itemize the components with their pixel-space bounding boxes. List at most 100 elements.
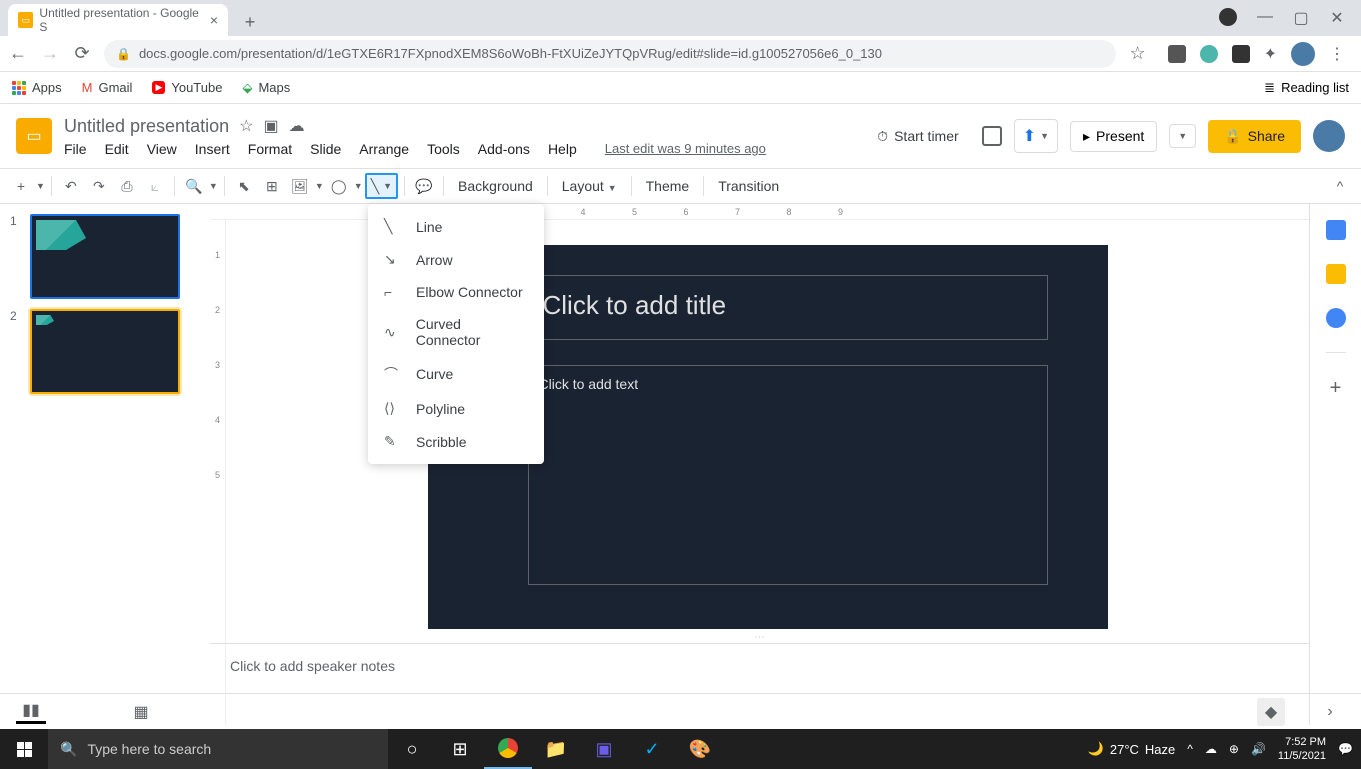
menu-item-curved[interactable]: ∿ Curved Connector <box>368 308 544 356</box>
cortana-icon[interactable]: ○ <box>388 729 436 769</box>
zoom-button[interactable]: 🔍 <box>181 173 207 199</box>
app-taskbar-icon-2[interactable]: ✓ <box>628 729 676 769</box>
app-taskbar-icon-1[interactable]: ▣ <box>580 729 628 769</box>
shape-tool[interactable]: ◯ <box>326 173 352 199</box>
reload-button[interactable]: ⟳ <box>72 43 92 64</box>
filmstrip-view-button[interactable]: ▮▮ <box>16 700 46 724</box>
menu-item-arrow[interactable]: ↘ Arrow <box>368 243 544 276</box>
move-doc-icon[interactable]: ▣ <box>263 116 278 136</box>
new-slide-button[interactable]: + <box>8 173 34 199</box>
side-panel-toggle[interactable]: › <box>1315 700 1345 724</box>
slide-thumb-2[interactable]: 2 <box>10 309 200 394</box>
cloud-status-icon[interactable]: ☁ <box>289 116 305 136</box>
reading-list-button[interactable]: ≣ Reading list <box>1264 80 1349 96</box>
chevron-down-icon[interactable]: ▼ <box>209 181 218 191</box>
paint-taskbar-icon[interactable]: 🎨 <box>676 729 724 769</box>
image-tool[interactable]: 🖼 <box>287 173 313 199</box>
menu-addons[interactable]: Add-ons <box>478 141 530 157</box>
volume-icon[interactable]: 🔊 <box>1251 742 1266 756</box>
text-placeholder[interactable]: Click to add text <box>528 365 1048 585</box>
browser-tab[interactable]: ▭ Untitled presentation - Google S × <box>8 4 228 36</box>
menu-format[interactable]: Format <box>248 141 292 157</box>
menu-view[interactable]: View <box>147 141 177 157</box>
chrome-taskbar-icon[interactable] <box>484 729 532 769</box>
menu-help[interactable]: Help <box>548 141 577 157</box>
extensions-icon[interactable]: ✦ <box>1264 44 1277 64</box>
slides-logo[interactable]: ▭ <box>16 118 52 154</box>
transition-button[interactable]: Transition <box>710 178 787 194</box>
keep-icon[interactable] <box>1326 264 1346 284</box>
network-icon[interactable]: ⊕ <box>1229 742 1239 756</box>
paint-format-button[interactable]: ⟀ <box>142 173 168 199</box>
collapse-toolbar-button[interactable]: ^ <box>1327 173 1353 199</box>
ext-icon-3[interactable] <box>1232 45 1250 63</box>
menu-slide[interactable]: Slide <box>310 141 341 157</box>
menu-item-scribble[interactable]: ✎ Scribble <box>368 425 544 458</box>
menu-edit[interactable]: Edit <box>105 141 129 157</box>
print-button[interactable]: ⎙ <box>114 173 140 199</box>
notifications-icon[interactable]: 💬 <box>1338 742 1353 756</box>
speaker-notes[interactable]: Click to add speaker notes <box>210 643 1309 693</box>
back-button[interactable]: ← <box>8 43 28 64</box>
taskbar-search[interactable]: 🔍 Type here to search <box>48 729 388 769</box>
redo-button[interactable]: ↷ <box>86 173 112 199</box>
weather-widget[interactable]: 🌙 27°C Haze <box>1088 741 1176 757</box>
close-window-icon[interactable]: ✕ <box>1329 8 1345 28</box>
present-dropdown[interactable]: ▼ <box>1169 124 1196 148</box>
start-timer-button[interactable]: ⏱ Start timer <box>866 121 970 152</box>
star-icon[interactable]: ☆ <box>1128 43 1148 64</box>
minimize-icon[interactable]: — <box>1257 8 1273 28</box>
chevron-down-icon[interactable]: ▼ <box>36 181 45 191</box>
explore-button[interactable]: ◆ <box>1257 698 1285 726</box>
title-placeholder[interactable]: Click to add title <box>528 275 1048 340</box>
textbox-tool[interactable]: ⊞ <box>259 173 285 199</box>
add-addon-icon[interactable]: + <box>1326 377 1346 397</box>
notes-resize-handle[interactable]: ⋯ <box>210 632 1309 643</box>
new-tab-button[interactable]: + <box>236 8 264 36</box>
close-tab-icon[interactable]: × <box>210 12 218 28</box>
onedrive-icon[interactable]: ☁ <box>1205 742 1217 756</box>
menu-arrange[interactable]: Arrange <box>359 141 409 157</box>
maximize-icon[interactable]: ▢ <box>1293 8 1309 28</box>
grid-view-button[interactable]: ▦ <box>126 700 156 724</box>
user-avatar[interactable] <box>1313 120 1345 152</box>
chrome-menu-icon[interactable]: ⋮ <box>1329 44 1345 64</box>
ext-icon-1[interactable] <box>1168 45 1186 63</box>
task-view-icon[interactable]: ⊞ <box>436 729 484 769</box>
maps-bookmark[interactable]: ⬙ Maps <box>242 80 290 96</box>
menu-item-polyline[interactable]: ⟨⟩ Polyline <box>368 392 544 425</box>
last-edit-status[interactable]: Last edit was 9 minutes ago <box>605 141 766 156</box>
comment-button[interactable]: 💬 <box>411 173 437 199</box>
ext-icon-2[interactable] <box>1200 45 1218 63</box>
youtube-bookmark[interactable]: ▶ YouTube <box>152 80 222 95</box>
select-tool[interactable]: ⬉ <box>231 173 257 199</box>
menu-file[interactable]: File <box>64 141 87 157</box>
undo-button[interactable]: ↶ <box>58 173 84 199</box>
taskbar-clock[interactable]: 7:52 PM 11/5/2021 <box>1278 735 1326 764</box>
comment-history-icon[interactable] <box>982 126 1002 146</box>
apps-bookmark[interactable]: Apps <box>12 80 62 95</box>
calendar-icon[interactable] <box>1326 220 1346 240</box>
menu-tools[interactable]: Tools <box>427 141 460 157</box>
menu-item-elbow[interactable]: ⌐ Elbow Connector <box>368 276 544 308</box>
browser-profile-avatar[interactable] <box>1291 42 1315 66</box>
document-title[interactable]: Untitled presentation <box>64 116 229 137</box>
address-bar[interactable]: 🔒 docs.google.com/presentation/d/1eGTXE6… <box>104 40 1116 68</box>
forward-button[interactable]: → <box>40 43 60 64</box>
menu-item-curve[interactable]: ⌒ Curve <box>368 356 544 392</box>
gmail-bookmark[interactable]: M Gmail <box>82 80 133 95</box>
tasks-icon[interactable] <box>1326 308 1346 328</box>
explorer-taskbar-icon[interactable]: 📁 <box>532 729 580 769</box>
layout-button[interactable]: Layout ▼ <box>554 178 625 194</box>
background-button[interactable]: Background <box>450 178 541 194</box>
present-button[interactable]: ▸ Present <box>1070 121 1157 152</box>
share-button[interactable]: 🔒 Share <box>1208 120 1301 153</box>
start-button[interactable] <box>0 729 48 769</box>
menu-item-line[interactable]: ╲ Line <box>368 210 544 243</box>
slide-thumb-1[interactable]: 1 <box>10 214 200 299</box>
menu-insert[interactable]: Insert <box>195 141 230 157</box>
slideshow-button[interactable]: ⬆ ▼ <box>1014 119 1058 153</box>
theme-button[interactable]: Theme <box>638 178 698 194</box>
line-tool[interactable]: ╲ ▼ <box>365 173 398 199</box>
tray-chevron-icon[interactable]: ^ <box>1187 742 1193 756</box>
